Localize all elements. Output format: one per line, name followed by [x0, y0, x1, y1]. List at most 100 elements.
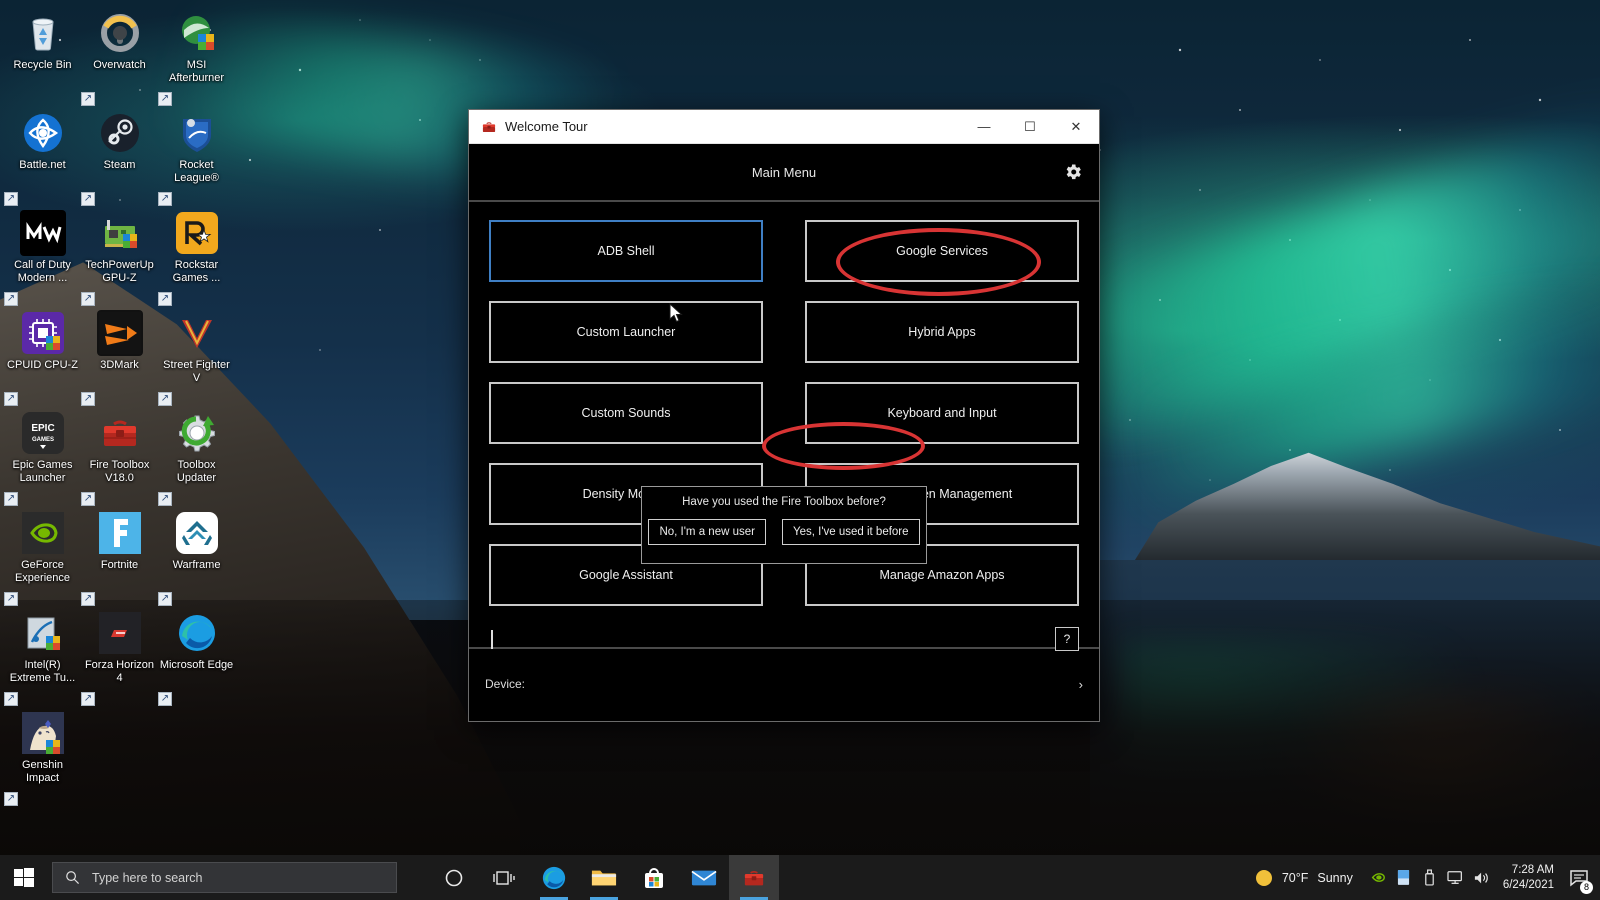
menu-button-custom-sounds[interactable]: Custom Sounds — [489, 382, 763, 444]
taskbar[interactable]: Type here to search 70°F Sunny 7:28 AM 6… — [0, 855, 1600, 900]
shortcut-arrow-icon: ↗ — [4, 592, 18, 606]
weather-widget[interactable]: 70°F Sunny — [1243, 869, 1365, 887]
cortana-icon[interactable] — [429, 855, 479, 900]
minimize-button[interactable]: — — [961, 110, 1007, 144]
desktop-icon-microsoft-edge[interactable]: ↗ Microsoft Edge — [158, 606, 235, 706]
desktop-icon-fortnite[interactable]: ↗ Fortnite — [81, 506, 158, 606]
taskbar-microsoft-edge-icon[interactable] — [529, 855, 579, 900]
sun-icon — [1255, 869, 1272, 886]
desktop-icon-label: Rocket League® — [174, 159, 219, 184]
shortcut-arrow-icon: ↗ — [158, 92, 172, 106]
desktop-icon-street-fighter-v[interactable]: ↗ Street Fighter V — [158, 306, 235, 406]
desktop-icon-label: 3DMark — [100, 359, 139, 371]
desktop-icon-overwatch[interactable]: ↗ Overwatch — [81, 6, 158, 106]
text-caret — [491, 629, 493, 649]
battlenet-icon — [20, 110, 66, 156]
clock-date: 6/24/2021 — [1502, 878, 1554, 891]
menu-button-adb-shell[interactable]: ADB Shell — [489, 220, 763, 282]
shortcut-arrow-icon: ↗ — [158, 392, 172, 406]
desktop-icon-call-of-duty[interactable]: ↗ Call of Duty Modern ... — [4, 206, 81, 306]
taskbar-clock[interactable]: 7:28 AM 6/24/2021 — [1495, 855, 1564, 900]
page-title: Main Menu — [751, 164, 817, 180]
search-input[interactable]: Type here to search — [52, 862, 397, 893]
weather-temperature: 70°F — [1281, 870, 1309, 885]
help-button[interactable]: ? — [1055, 627, 1079, 651]
desktop-icon-label: TechPowerUp GPU-Z — [85, 259, 154, 284]
menu-button-custom-launcher[interactable]: Custom Launcher — [489, 301, 763, 363]
desktop[interactable]: Recycle Bin ↗ Overwatch ↗ MSI Afterburne… — [0, 0, 1600, 900]
desktop-icon-label: Toolbox Updater — [176, 459, 217, 484]
desktop-icon-warframe[interactable]: ↗ Warframe — [158, 506, 235, 606]
desktop-icon-label: Street Fighter V — [163, 359, 230, 384]
close-button[interactable]: ✕ — [1053, 110, 1099, 144]
desktop-icon-genshin-impact[interactable]: ↗ Genshin Impact — [4, 706, 81, 806]
desktop-icon-rockstar-games[interactable]: ↗ Rockstar Games ... — [158, 206, 235, 306]
desktop-icon-gpuz[interactable]: ↗ TechPowerUp GPU-Z — [81, 206, 158, 306]
usb-eject-icon[interactable] — [1417, 855, 1443, 900]
shortcut-arrow-icon: ↗ — [81, 492, 95, 506]
desktop-icon-intel-xtu[interactable]: ↗ Intel(R) Extreme Tu... — [4, 606, 81, 706]
desktop-icon-steam[interactable]: ↗ Steam — [81, 106, 158, 206]
desktop-icon-geforce-experience[interactable]: ↗ GeForce Experience — [4, 506, 81, 606]
cpuz-icon — [20, 310, 66, 356]
desktop-icon-label: CPUID CPU-Z — [7, 359, 78, 371]
3dmark-icon — [96, 310, 143, 356]
desktop-icon-label: Forza Horizon 4 — [84, 659, 155, 684]
search-icon — [66, 871, 80, 885]
gear-icon[interactable] — [1061, 160, 1085, 184]
desktop-icon-battlenet[interactable]: ↗ Battle.net — [4, 106, 81, 206]
desktop-icon-rocket-league[interactable]: ↗ Rocket League® — [158, 106, 235, 206]
task-view-icon[interactable] — [479, 855, 529, 900]
shortcut-arrow-icon: ↗ — [4, 692, 18, 706]
gpuz-icon — [97, 210, 143, 256]
desktop-icon-3dmark[interactable]: ↗ 3DMark — [81, 306, 158, 406]
clock-time: 7:28 AM — [1511, 863, 1554, 876]
network-icon[interactable] — [1443, 855, 1469, 900]
microsoft-store-icon[interactable] — [629, 855, 679, 900]
taskbar-fire-toolbox-icon[interactable] — [729, 855, 779, 900]
command-input[interactable] — [489, 629, 1055, 649]
epic-games-icon: EPIC GAMES — [20, 410, 66, 456]
welcome-tour-dialog[interactable]: Have you used the Fire Toolbox before? N… — [641, 486, 927, 564]
welcome-tour-window[interactable]: Welcome Tour — ☐ ✕ Main Menu ADB Shell G… — [468, 109, 1100, 722]
desktop-icon-label: Fortnite — [100, 559, 139, 571]
desktop-icon-label: GeForce Experience — [14, 559, 71, 584]
dialog-button-new-user[interactable]: No, I'm a new user — [648, 519, 766, 545]
desktop-icon-label: Recycle Bin — [13, 59, 72, 71]
shortcut-arrow-icon: ↗ — [81, 292, 95, 306]
menu-button-google-services[interactable]: Google Services — [805, 220, 1079, 282]
maximize-button[interactable]: ☐ — [1007, 110, 1053, 144]
file-explorer-icon[interactable] — [579, 855, 629, 900]
windows-start-icon[interactable] — [0, 855, 48, 900]
shortcut-arrow-icon: ↗ — [4, 792, 18, 806]
shortcut-arrow-icon: ↗ — [4, 292, 18, 306]
shortcut-arrow-icon: ↗ — [158, 292, 172, 306]
desktop-icon-toolbox-updater[interactable]: ↗ Toolbox Updater — [158, 406, 235, 506]
desktop-icon-epic-games-launcher[interactable]: EPIC GAMES ↗ Epic Games Launcher — [4, 406, 81, 506]
street-fighter-v-icon — [174, 310, 220, 356]
chevron-right-icon[interactable]: › — [1079, 677, 1083, 692]
forza-horizon-4-icon — [97, 610, 143, 656]
desktop-icon-label: Battle.net — [19, 159, 66, 171]
menu-button-keyboard-and-input[interactable]: Keyboard and Input — [805, 382, 1079, 444]
action-center-icon[interactable]: 8 — [1564, 855, 1594, 900]
dialog-button-used-before[interactable]: Yes, I've used it before — [781, 519, 920, 545]
desktop-icon-grid: Recycle Bin ↗ Overwatch ↗ MSI Afterburne… — [4, 6, 236, 806]
desktop-icon-msi-afterburner[interactable]: ↗ MSI Afterburner — [158, 6, 235, 106]
shortcut-arrow-icon: ↗ — [81, 92, 95, 106]
mail-icon[interactable] — [679, 855, 729, 900]
desktop-icon-recycle-bin[interactable]: Recycle Bin — [4, 6, 81, 106]
overwatch-icon — [97, 10, 143, 56]
shortcut-arrow-icon: ↗ — [4, 492, 18, 506]
volume-icon[interactable] — [1469, 855, 1495, 900]
desktop-icon-forza-horizon-4[interactable]: ↗ Forza Horizon 4 — [81, 606, 158, 706]
fortnite-icon — [97, 510, 143, 556]
desktop-icon-fire-toolbox[interactable]: ↗ Fire Toolbox V18.0 — [81, 406, 158, 506]
window-titlebar[interactable]: Welcome Tour — ☐ ✕ — [469, 110, 1099, 144]
svg-text:EPIC: EPIC — [31, 423, 54, 434]
menu-button-hybrid-apps[interactable]: Hybrid Apps — [805, 301, 1079, 363]
removable-drive-icon[interactable] — [1391, 855, 1417, 900]
nvidia-icon[interactable] — [1365, 855, 1391, 900]
desktop-icon-label: MSI Afterburner — [168, 59, 225, 84]
desktop-icon-cpuz[interactable]: ↗ CPUID CPU-Z — [4, 306, 81, 406]
